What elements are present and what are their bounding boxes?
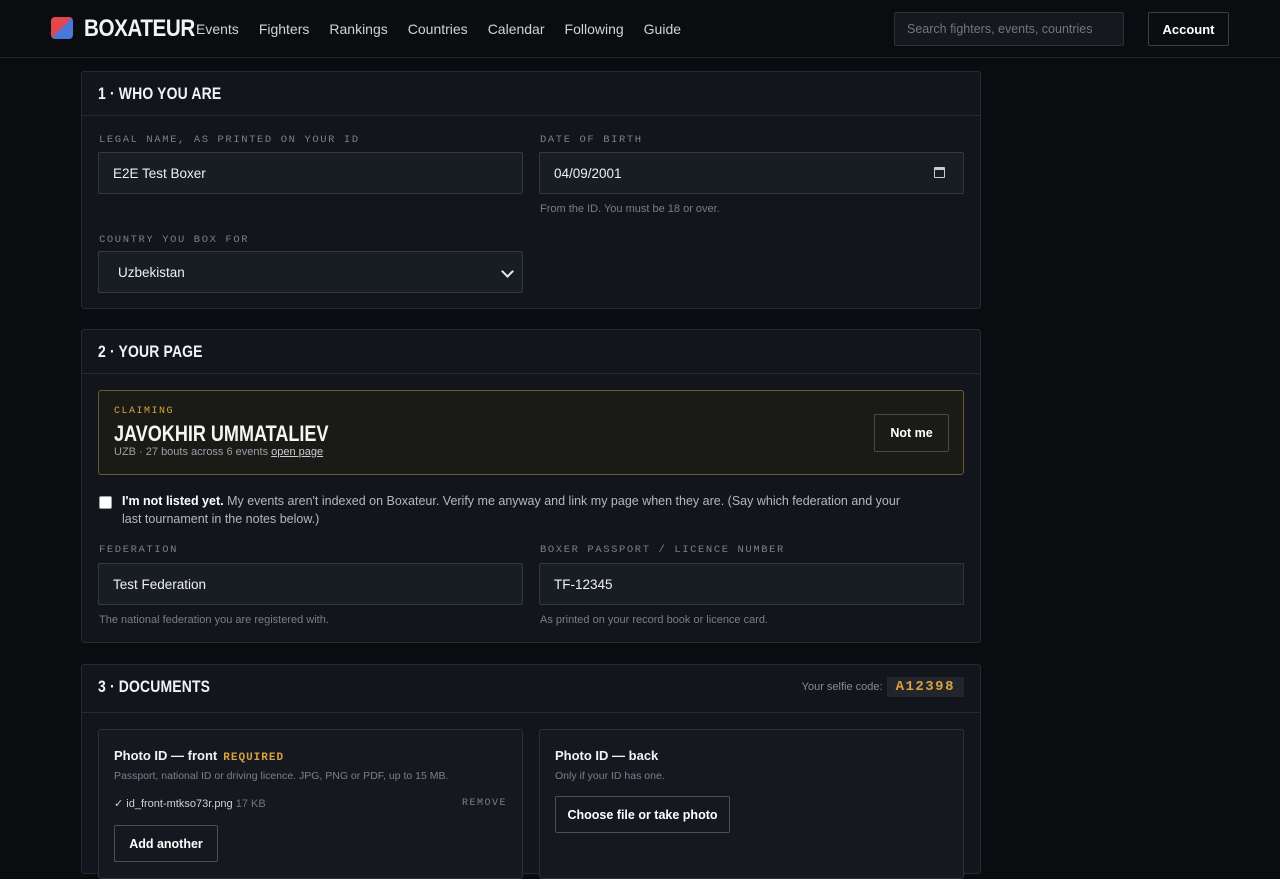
licence-label: BOXER PASSPORT / LICENCE NUMBER bbox=[540, 544, 785, 556]
country-value: Uzbekistan bbox=[118, 264, 185, 280]
choose-file-button[interactable]: Choose file or take photo bbox=[555, 796, 730, 833]
section-documents: 3 · DOCUMENTS Your selfie code: A12398 P… bbox=[81, 664, 981, 879]
licence-value: TF-12345 bbox=[554, 576, 613, 592]
top-bar: BOXATEUR Events Fighters Rankings Countr… bbox=[0, 0, 1280, 58]
uploaded-file: ✓ id_front-mtkso73r.png 17 KB bbox=[114, 797, 266, 810]
photo-id-back-subtitle: Only if your ID has one. bbox=[555, 770, 665, 782]
dob-value: 04/09/2001 bbox=[554, 165, 622, 181]
not-listed-label: I'm not listed yet. My events aren't ind… bbox=[122, 492, 922, 528]
photo-id-back-title: Photo ID — back bbox=[555, 748, 659, 763]
claim-label: CLAIMING bbox=[114, 406, 175, 417]
remove-file-button[interactable]: REMOVE bbox=[462, 798, 507, 809]
dob-input[interactable]: 04/09/2001 bbox=[539, 152, 964, 194]
add-another-button[interactable]: Add another bbox=[114, 825, 218, 862]
open-page-link[interactable]: open page bbox=[271, 446, 323, 458]
claim-box: CLAIMING JAVOKHIR UMMATALIEV UZB · 27 bo… bbox=[98, 390, 964, 475]
photo-id-front-title-text: Photo ID — front bbox=[114, 748, 218, 763]
search-input[interactable] bbox=[894, 12, 1124, 46]
nav-countries[interactable]: Countries bbox=[408, 21, 468, 37]
main-nav: Events Fighters Rankings Countries Calen… bbox=[196, 21, 701, 37]
not-me-button[interactable]: Not me bbox=[874, 414, 949, 452]
legal-name-label: LEGAL NAME, AS PRINTED ON YOUR ID bbox=[99, 134, 360, 146]
federation-label: FEDERATION bbox=[99, 544, 179, 556]
legal-name-input[interactable]: E2E Test Boxer bbox=[98, 152, 523, 194]
country-label: COUNTRY YOU BOX FOR bbox=[99, 234, 250, 246]
chevron-down-icon bbox=[501, 265, 514, 278]
check-icon: ✓ bbox=[114, 798, 124, 810]
selfie-code: Your selfie code: A12398 bbox=[802, 677, 964, 697]
selfie-code-value: A12398 bbox=[886, 677, 964, 697]
photo-id-back-panel: Photo ID — back Only if your ID has one.… bbox=[539, 729, 964, 879]
section-header: 3 · DOCUMENTS Your selfie code: A12398 bbox=[82, 665, 980, 713]
section-header: 2 · YOUR PAGE bbox=[82, 330, 980, 374]
photo-id-front-panel: Photo ID — front REQUIRED Passport, natio… bbox=[98, 729, 523, 879]
nav-calendar[interactable]: Calendar bbox=[488, 21, 545, 37]
photo-id-front-title: Photo ID — front REQUIRED bbox=[114, 748, 284, 764]
nav-rankings[interactable]: Rankings bbox=[329, 21, 387, 37]
brand-name[interactable]: BOXATEUR bbox=[84, 15, 195, 43]
nav-events[interactable]: Events bbox=[196, 21, 239, 37]
federation-value: Test Federation bbox=[113, 576, 207, 592]
section-title: 2 · YOUR PAGE bbox=[98, 342, 203, 361]
licence-hint: As printed on your record book or licenc… bbox=[540, 614, 769, 626]
section-who-you-are: 1 · WHO YOU ARE LEGAL NAME, AS PRINTED O… bbox=[81, 71, 981, 309]
federation-hint: The national federation you are register… bbox=[99, 614, 329, 626]
nav-following[interactable]: Following bbox=[565, 21, 624, 37]
file-size: 17 KB bbox=[235, 798, 266, 810]
country-select[interactable]: Uzbekistan bbox=[98, 251, 523, 293]
claim-meta-text: UZB · 27 bouts across 6 events bbox=[114, 446, 269, 458]
account-button[interactable]: Account bbox=[1148, 12, 1229, 46]
section-your-page: 2 · YOUR PAGE CLAIMING JAVOKHIR UMMATALI… bbox=[81, 329, 981, 643]
federation-input[interactable]: Test Federation bbox=[98, 563, 523, 605]
selfie-code-label: Your selfie code: bbox=[801, 681, 883, 693]
licence-input[interactable]: TF-12345 bbox=[539, 563, 964, 605]
dob-label: DATE OF BIRTH bbox=[540, 134, 643, 146]
section-title: 3 · DOCUMENTS bbox=[98, 677, 211, 696]
calendar-icon[interactable] bbox=[934, 167, 945, 178]
claim-meta: UZB · 27 bouts across 6 events open page bbox=[114, 446, 323, 458]
claim-fighter-name: JAVOKHIR UMMATALIEV bbox=[114, 421, 329, 446]
photo-id-front-subtitle: Passport, national ID or driving licence… bbox=[114, 770, 449, 782]
not-listed-checkbox[interactable] bbox=[99, 496, 112, 509]
file-name: id_front-mtkso73r.png bbox=[126, 798, 233, 810]
boxateur-logo-icon[interactable] bbox=[51, 17, 73, 39]
section-header: 1 · WHO YOU ARE bbox=[82, 72, 980, 116]
not-listed-text: My events aren't indexed on Boxateur. Ve… bbox=[122, 494, 900, 526]
required-badge: REQUIRED bbox=[223, 752, 285, 764]
nav-fighters[interactable]: Fighters bbox=[259, 21, 310, 37]
section-title: 1 · WHO YOU ARE bbox=[98, 84, 222, 103]
nav-guide[interactable]: Guide bbox=[644, 21, 681, 37]
not-listed-strong: I'm not listed yet. bbox=[122, 494, 224, 508]
dob-hint: From the ID. You must be 18 or over. bbox=[540, 203, 720, 215]
legal-name-value: E2E Test Boxer bbox=[113, 165, 206, 181]
